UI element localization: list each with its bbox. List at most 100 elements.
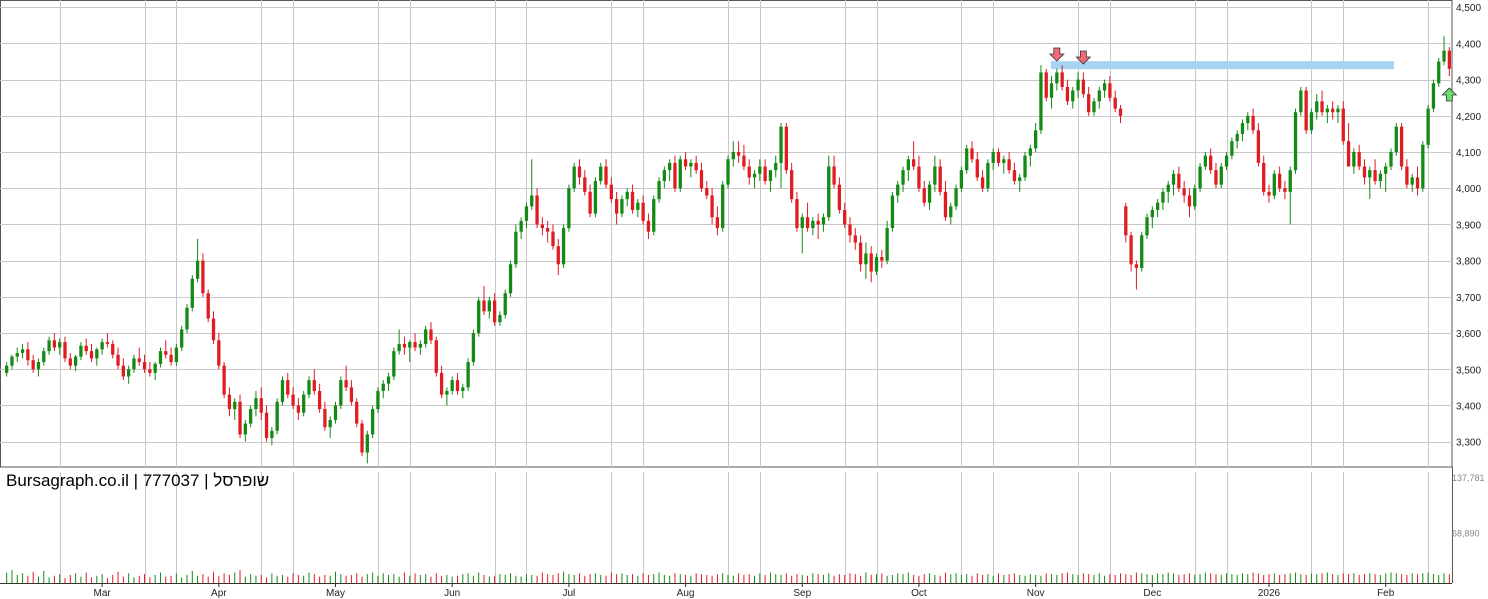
candle-body bbox=[726, 159, 730, 185]
candle-body bbox=[599, 166, 603, 182]
candle-body bbox=[747, 166, 751, 178]
candle-body bbox=[604, 166, 608, 185]
candle-body bbox=[874, 257, 879, 272]
x-tick-label: Jun bbox=[444, 588, 460, 599]
candle-body bbox=[959, 170, 964, 189]
candle-body bbox=[927, 184, 932, 203]
candle-body bbox=[349, 387, 354, 402]
candle-body bbox=[360, 423, 364, 453]
candle-body bbox=[238, 401, 242, 435]
candle-body bbox=[47, 340, 51, 352]
candle-body bbox=[211, 318, 216, 341]
candle-body bbox=[943, 191, 948, 218]
candle-body bbox=[1124, 206, 1128, 236]
y-tick-label: 3,400 bbox=[1456, 401, 1481, 412]
candle-body bbox=[248, 409, 253, 424]
candle-body bbox=[1097, 90, 1101, 102]
x-tick-label: Sep bbox=[793, 588, 811, 599]
candle-body bbox=[1373, 170, 1377, 182]
candle-body bbox=[816, 220, 820, 225]
candle-body bbox=[609, 184, 613, 200]
candle-body bbox=[36, 362, 41, 370]
candle-body bbox=[736, 152, 741, 156]
candle-body bbox=[906, 159, 910, 171]
y-tick-label: 3,700 bbox=[1456, 293, 1481, 304]
candle-body bbox=[153, 363, 157, 373]
candle-body bbox=[758, 166, 762, 174]
candle-body bbox=[1384, 166, 1388, 174]
candle-body bbox=[461, 387, 465, 391]
candle-body bbox=[1357, 152, 1361, 167]
candle-body bbox=[1118, 108, 1123, 116]
candle-body bbox=[641, 202, 645, 221]
candle-body bbox=[657, 181, 661, 200]
candle-body bbox=[1304, 90, 1308, 131]
candle-body bbox=[1161, 191, 1165, 203]
candle-body bbox=[646, 220, 651, 232]
candle-body bbox=[105, 342, 110, 344]
candle-body bbox=[233, 401, 237, 410]
candle-body bbox=[450, 380, 454, 391]
candle-body bbox=[949, 206, 953, 218]
candle-body bbox=[630, 191, 635, 210]
candle-body bbox=[614, 199, 619, 214]
candle-body bbox=[1028, 148, 1032, 156]
x-tick-label: Nov bbox=[1027, 588, 1045, 599]
candle-body bbox=[662, 170, 666, 182]
candle-body bbox=[1362, 166, 1367, 178]
candle-body bbox=[1049, 83, 1054, 98]
chart-background bbox=[0, 0, 1488, 599]
candle-body bbox=[434, 340, 438, 373]
candle-body bbox=[89, 351, 94, 359]
candle-body bbox=[392, 351, 396, 377]
candle-body bbox=[1256, 130, 1261, 163]
candle-body bbox=[858, 242, 863, 265]
candle-body bbox=[1092, 101, 1096, 113]
y-tick-label: 3,500 bbox=[1456, 365, 1481, 376]
candle-body bbox=[429, 329, 433, 341]
x-tick-label: Mar bbox=[94, 588, 112, 599]
candle-body bbox=[1346, 141, 1351, 167]
y-tick-label: 3,300 bbox=[1456, 438, 1481, 449]
candle-body bbox=[710, 195, 714, 218]
candle-body bbox=[376, 390, 380, 410]
candle-body bbox=[169, 354, 173, 363]
y-tick-label: 4,000 bbox=[1456, 184, 1481, 195]
candle-body bbox=[779, 126, 783, 163]
x-tick-label: 2026 bbox=[1258, 588, 1281, 599]
x-tick-label: May bbox=[326, 588, 345, 599]
candle-body bbox=[280, 380, 285, 402]
candle-body bbox=[827, 166, 831, 218]
candle-body bbox=[1315, 101, 1319, 113]
candle-body bbox=[1437, 61, 1441, 84]
candle-body bbox=[1140, 235, 1144, 268]
candle-body bbox=[217, 340, 221, 366]
candle-body bbox=[535, 195, 539, 225]
candle-body bbox=[795, 199, 799, 229]
candle-body bbox=[312, 380, 316, 391]
candle-body bbox=[1389, 152, 1393, 167]
candle-body bbox=[132, 358, 136, 370]
candle-body bbox=[885, 228, 889, 261]
candle-body bbox=[1177, 173, 1181, 189]
candle-body bbox=[689, 162, 693, 167]
candle-body bbox=[1007, 159, 1011, 171]
candle-body bbox=[1002, 159, 1006, 163]
candle-body bbox=[1055, 72, 1059, 84]
candle-body bbox=[890, 195, 895, 229]
candle-body bbox=[683, 159, 688, 167]
candle-body bbox=[938, 166, 942, 192]
candle-body bbox=[466, 362, 470, 388]
candle-body bbox=[317, 390, 322, 410]
candle-body bbox=[1150, 209, 1154, 218]
candle-body bbox=[763, 166, 767, 182]
candle-body bbox=[323, 409, 327, 428]
candle-body bbox=[832, 166, 836, 185]
candle-body bbox=[1071, 90, 1075, 102]
y-tick-label: 4,500 bbox=[1456, 3, 1481, 14]
candle-body bbox=[370, 409, 375, 435]
candle-body bbox=[731, 152, 735, 160]
candle-body bbox=[1108, 83, 1112, 98]
candle-body bbox=[164, 351, 168, 355]
candle-body bbox=[996, 152, 1001, 163]
